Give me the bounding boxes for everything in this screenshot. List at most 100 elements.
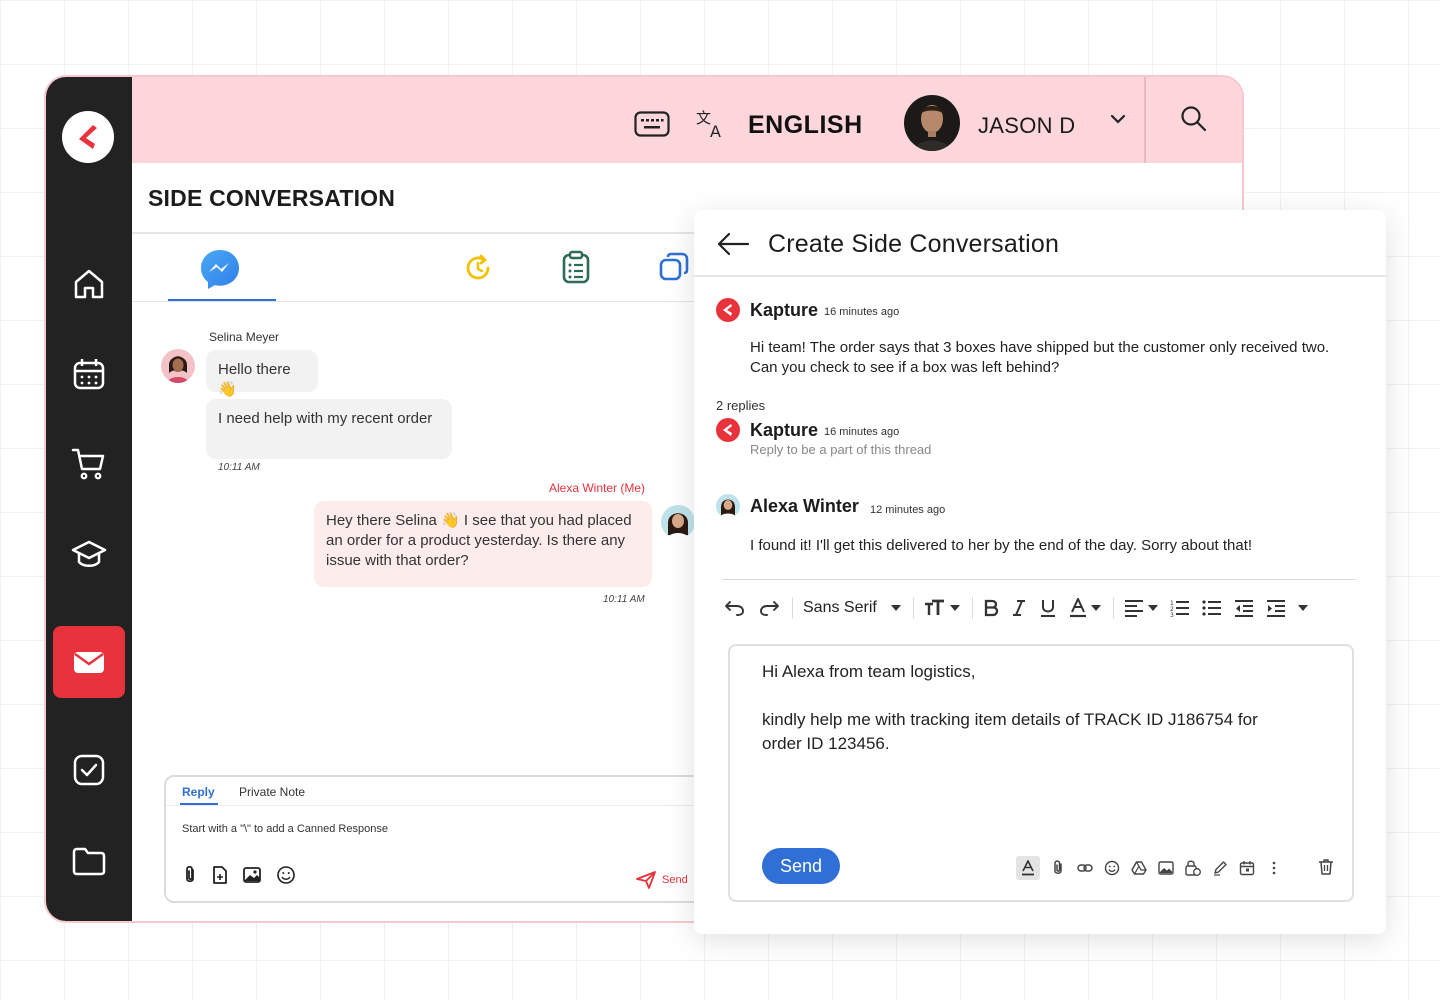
agent-name: Alexa Winter (Me) — [549, 481, 646, 495]
underline-icon — [1040, 600, 1055, 617]
image-icon — [1158, 861, 1174, 875]
tab-private-note[interactable]: Private Note — [239, 785, 305, 799]
editor-line: kindly help me with tracking item detail… — [762, 710, 1258, 753]
keyboard-icon[interactable] — [634, 111, 670, 137]
chat-message-customer: I need help with my recent order — [206, 399, 452, 459]
chat-message-agent: Hey there Selina 👋 I see that you had pl… — [314, 501, 652, 587]
send-label: Send — [662, 874, 688, 886]
sidebar-item-mail[interactable] — [53, 626, 125, 698]
message-editor[interactable]: Hi Alexa from team logistics, kindly hel… — [728, 644, 1354, 902]
folder-icon — [72, 847, 106, 876]
sidebar-item-learning[interactable] — [53, 518, 125, 590]
schedule-button[interactable] — [1238, 858, 1256, 878]
italic-button[interactable] — [1011, 599, 1027, 617]
create-side-conversation-panel: Create Side Conversation Kapture 16 minu… — [694, 210, 1386, 934]
page-title: SIDE CONVERSATION — [148, 185, 396, 211]
language-label[interactable]: ENGLISH — [748, 111, 863, 140]
more-options-button[interactable] — [1265, 858, 1283, 878]
graduation-cap-icon — [71, 540, 107, 567]
emoji-button[interactable] — [1103, 858, 1121, 878]
font-size-select[interactable] — [924, 599, 960, 617]
alexa-avatar — [716, 494, 740, 518]
attachment-icon[interactable] — [182, 865, 198, 885]
file-icon[interactable] — [212, 865, 228, 885]
drive-button[interactable] — [1130, 858, 1148, 878]
tab-reply[interactable]: Reply — [182, 785, 215, 799]
composer-input[interactable]: Start with a "\" to add a Canned Respons… — [182, 823, 388, 835]
svg-text:A: A — [710, 122, 721, 139]
reply-time: 16 minutes ago — [824, 426, 900, 438]
drive-icon — [1131, 861, 1147, 875]
bold-button[interactable] — [983, 599, 999, 617]
link-icon — [1077, 864, 1093, 872]
editor-divider — [722, 579, 1356, 580]
checkbox-icon — [73, 754, 105, 786]
bullet-list-button[interactable] — [1202, 599, 1222, 617]
trash-icon[interactable] — [1318, 858, 1334, 876]
sidebar-item-folder[interactable] — [53, 825, 125, 897]
reply-hint[interactable]: Reply to be a part of this thread — [750, 442, 931, 457]
indent-button[interactable] — [1266, 599, 1286, 617]
signature-button[interactable] — [1211, 858, 1229, 878]
send-button[interactable]: Send — [636, 871, 688, 889]
emoji-icon — [1104, 860, 1120, 876]
replies-count[interactable]: 2 replies — [716, 398, 765, 413]
user-name[interactable]: JASON D — [978, 113, 1075, 139]
user-avatar[interactable] — [904, 95, 960, 151]
numbered-list-icon: 1 2 3 — [1170, 600, 1189, 617]
top-bar: 文 A ENGLISH JASON D — [132, 77, 1242, 163]
panel-send-button[interactable]: Send — [762, 848, 840, 884]
editor-actions — [1016, 856, 1283, 880]
underline-button[interactable] — [1039, 598, 1057, 618]
sidebar-item-calendar[interactable] — [53, 338, 125, 410]
image-icon[interactable] — [242, 865, 262, 885]
chevron-down-icon[interactable] — [1110, 113, 1126, 125]
translate-icon[interactable]: 文 A — [696, 107, 728, 139]
emoji-icon[interactable] — [276, 865, 296, 885]
tab-messenger[interactable] — [198, 247, 242, 296]
sidebar-item-tasks[interactable] — [53, 734, 125, 806]
more-toolbar-button[interactable] — [1297, 605, 1308, 611]
text-color-select[interactable] — [1069, 598, 1101, 618]
reply-composer: Reply Private Note Start with a "\" to a… — [164, 775, 724, 903]
reply-message: I found it! I'll get this delivered to h… — [750, 537, 1253, 554]
user-avatar-image — [904, 95, 960, 151]
kapture-avatar — [716, 298, 740, 322]
confidential-button[interactable] — [1184, 858, 1202, 878]
caret-down-icon — [1090, 605, 1101, 611]
undo-button[interactable] — [724, 599, 746, 617]
font-family-select[interactable]: Sans Serif — [803, 599, 901, 617]
reply-author: Kapture — [750, 420, 819, 440]
search-icon[interactable] — [1180, 105, 1208, 133]
tab-copy[interactable] — [658, 251, 690, 288]
insert-image-button[interactable] — [1157, 858, 1175, 878]
sidebar-item-cart[interactable] — [53, 428, 125, 500]
thread-message: Hi team! The order says that 3 boxes hav… — [750, 339, 1330, 376]
undo-icon — [725, 601, 744, 616]
numbered-list-button[interactable]: 1 2 3 — [1170, 599, 1190, 617]
align-select[interactable] — [1124, 599, 1158, 617]
redo-button[interactable] — [758, 599, 780, 617]
send-icon — [636, 871, 656, 889]
outdent-icon — [1234, 600, 1253, 617]
sidebar — [46, 77, 132, 921]
more-vertical-icon — [1272, 861, 1276, 875]
tab-history[interactable] — [462, 252, 494, 289]
tab-clipboard[interactable] — [560, 250, 592, 289]
pen-icon — [1214, 861, 1227, 876]
attach-button[interactable] — [1049, 858, 1067, 878]
toolbar-separator — [971, 597, 973, 619]
link-button[interactable] — [1076, 858, 1094, 878]
calendar-icon — [73, 359, 105, 390]
kapture-logo[interactable] — [62, 111, 114, 163]
sidebar-item-home[interactable] — [53, 248, 125, 320]
topbar-divider — [1144, 77, 1146, 163]
thread-time: 16 minutes ago — [824, 306, 900, 318]
format-text-button[interactable] — [1016, 856, 1040, 880]
customer-name: Selina Meyer — [209, 330, 280, 344]
caret-down-icon — [1147, 605, 1158, 611]
caret-down-icon — [949, 605, 960, 611]
outdent-button[interactable] — [1234, 599, 1254, 617]
text-format-icon — [1022, 860, 1034, 876]
back-arrow-icon[interactable] — [716, 232, 750, 256]
